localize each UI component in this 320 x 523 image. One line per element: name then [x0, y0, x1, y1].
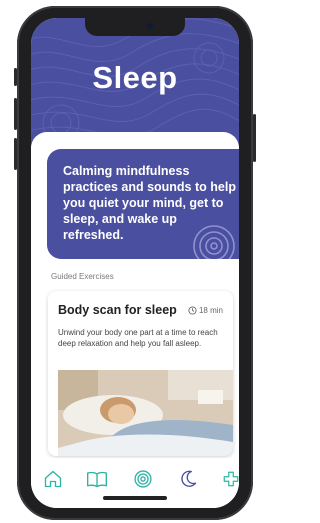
spiral-decoration-icon — [193, 225, 235, 259]
book-icon — [87, 471, 107, 488]
duration-text: 18 min — [198, 306, 223, 315]
camera — [147, 23, 153, 29]
tab-bar — [31, 458, 239, 508]
app-screen: Sleep Calming mindfulness practices and … — [31, 18, 239, 508]
exercise-card[interactable]: Body scan for sleep 18 min Unwind your b… — [48, 291, 233, 456]
sleeping-woman-image — [58, 370, 233, 456]
plus-icon — [223, 471, 239, 487]
spiral-icon — [134, 470, 152, 488]
mute-switch — [14, 68, 17, 86]
tab-home[interactable] — [41, 467, 65, 491]
volume-down-button — [14, 138, 17, 170]
moon-icon — [181, 470, 197, 487]
tab-library[interactable] — [85, 467, 109, 491]
tab-meditate[interactable] — [131, 467, 155, 491]
section-label: Guided Exercises — [51, 272, 114, 281]
power-button — [253, 114, 256, 162]
card-description: Unwind your body one part at a time to r… — [58, 328, 218, 348]
tab-more[interactable] — [219, 467, 239, 491]
notch — [85, 18, 185, 36]
intro-banner: Calming mindfulness practices and sounds… — [47, 149, 239, 259]
volume-up-button — [14, 98, 17, 130]
header-banner: Sleep — [31, 18, 239, 146]
duration: 18 min — [188, 306, 223, 315]
card-title: Body scan for sleep — [58, 303, 177, 317]
home-indicator — [103, 496, 167, 500]
home-icon — [44, 470, 62, 488]
page-title: Sleep — [92, 60, 178, 95]
tab-sleep[interactable] — [176, 467, 200, 491]
clock-icon — [188, 306, 197, 315]
